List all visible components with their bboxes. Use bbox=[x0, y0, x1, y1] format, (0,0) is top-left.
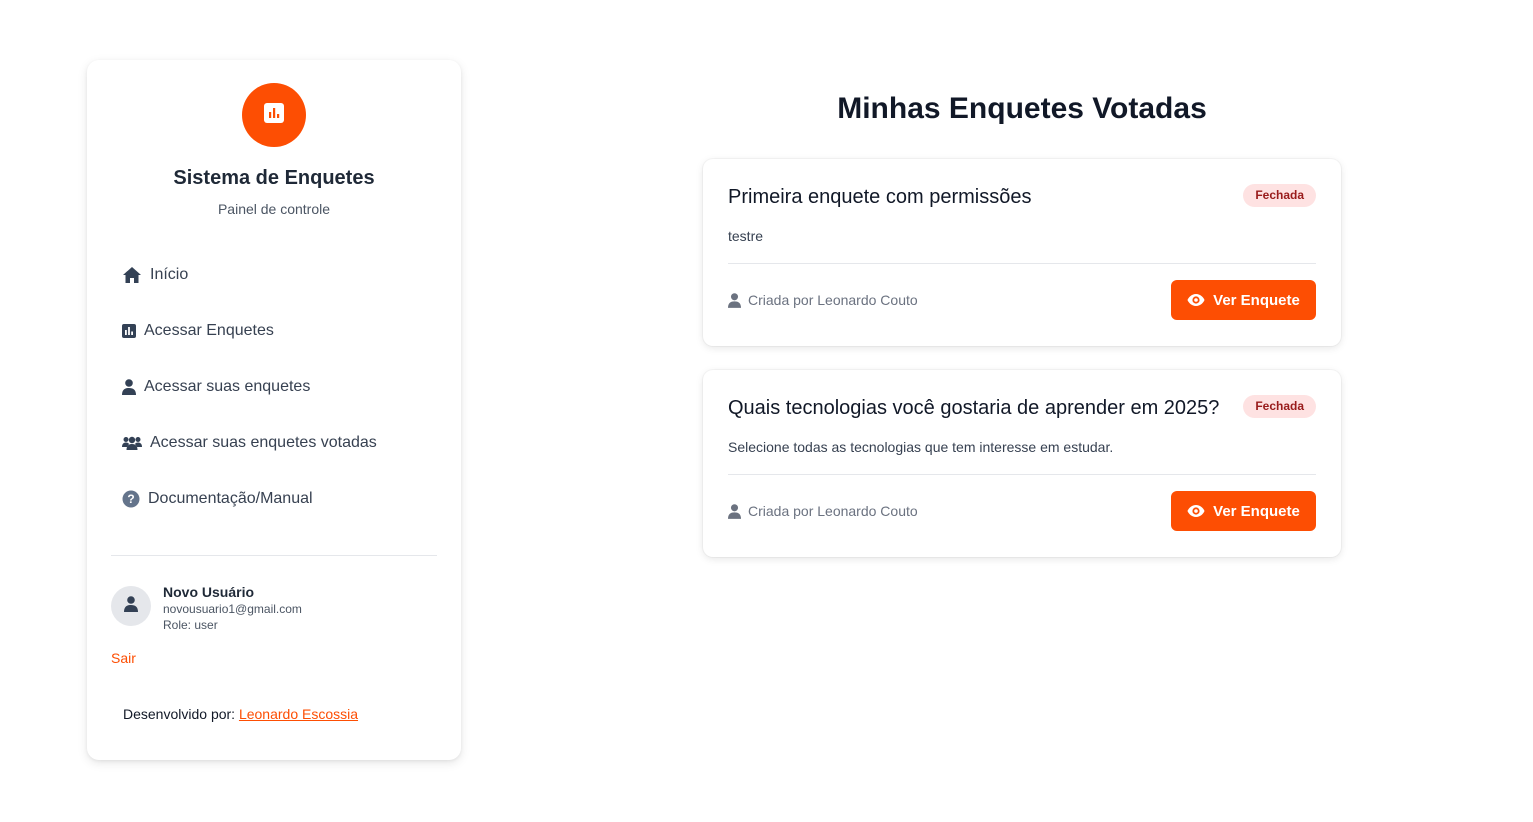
sidebar-divider bbox=[111, 555, 437, 556]
view-poll-button-label: Ver Enquete bbox=[1213, 502, 1300, 520]
app-logo bbox=[242, 83, 306, 147]
poll-creator-text: Criada por Leonardo Couto bbox=[748, 292, 918, 308]
svg-text:?: ? bbox=[127, 492, 134, 506]
poll-creator: Criada por Leonardo Couto bbox=[728, 292, 918, 308]
poll-description: testre bbox=[728, 228, 764, 244]
nav-item-label: Documentação/Manual bbox=[148, 490, 313, 507]
credits-author-link[interactable]: Leonardo Escossia bbox=[239, 706, 358, 722]
user-role: Role: user bbox=[163, 618, 218, 632]
user-icon bbox=[728, 503, 741, 519]
logout-link[interactable]: Sair bbox=[111, 650, 136, 666]
status-badge: Fechada bbox=[1243, 395, 1316, 418]
page-title: Minhas Enquetes Votadas bbox=[837, 92, 1207, 125]
poll-description: Selecione todas as tecnologias que tem i… bbox=[728, 439, 1114, 455]
poll-title: Quais tecnologias você gostaria de apren… bbox=[728, 397, 1220, 419]
poll-card: Quais tecnologias você gostaria de apren… bbox=[703, 370, 1341, 557]
app-subtitle: Painel de controle bbox=[217, 201, 331, 217]
nav-item-documentacao[interactable]: ? Documentação/Manual bbox=[111, 471, 437, 527]
eye-icon bbox=[1187, 293, 1205, 307]
home-icon bbox=[122, 266, 142, 284]
avatar bbox=[111, 586, 151, 626]
sidebar-nav: Início Acessar Enquetes Acessar suas enq… bbox=[111, 247, 437, 527]
nav-item-label: Acessar suas enquetes bbox=[144, 378, 311, 395]
card-divider bbox=[728, 474, 1316, 475]
view-poll-button-label: Ver Enquete bbox=[1213, 291, 1300, 309]
user-icon bbox=[728, 292, 741, 308]
credits-prefix: Desenvolvido por: bbox=[123, 706, 236, 722]
users-icon bbox=[122, 436, 142, 450]
nav-item-enquetes-votadas[interactable]: Acessar suas enquetes votadas bbox=[111, 415, 437, 471]
poll-card: Primeira enquete com permissões Fechada … bbox=[703, 159, 1341, 346]
bar-chart-icon bbox=[122, 324, 136, 338]
nav-item-suas-enquetes[interactable]: Acessar suas enquetes bbox=[111, 359, 437, 415]
sidebar: Sistema de Enquetes Painel de controle I… bbox=[87, 60, 461, 760]
question-circle-icon: ? bbox=[122, 490, 140, 508]
status-badge: Fechada bbox=[1243, 184, 1316, 207]
nav-item-inicio[interactable]: Início bbox=[111, 247, 437, 303]
card-divider bbox=[728, 263, 1316, 264]
user-icon bbox=[124, 595, 138, 617]
user-icon bbox=[122, 379, 136, 395]
nav-item-acessar-enquetes[interactable]: Acessar Enquetes bbox=[111, 303, 437, 359]
credits: Desenvolvido por: Leonardo Escossia bbox=[123, 706, 358, 722]
poll-creator-text: Criada por Leonardo Couto bbox=[748, 503, 918, 519]
user-name: Novo Usuário bbox=[163, 584, 255, 600]
nav-item-label: Acessar Enquetes bbox=[144, 322, 274, 339]
app-title: Sistema de Enquetes bbox=[173, 167, 375, 189]
eye-icon bbox=[1187, 504, 1205, 518]
user-email: novousuario1@gmail.com bbox=[163, 602, 302, 616]
poll-title: Primeira enquete com permissões bbox=[728, 186, 1032, 208]
poll-creator: Criada por Leonardo Couto bbox=[728, 503, 918, 519]
nav-item-label: Acessar suas enquetes votadas bbox=[150, 434, 377, 451]
bar-chart-icon bbox=[264, 102, 284, 128]
nav-item-label: Início bbox=[150, 266, 189, 283]
user-profile: Novo Usuário novousuario1@gmail.com Role… bbox=[111, 584, 431, 632]
view-poll-button[interactable]: Ver Enquete bbox=[1171, 491, 1316, 531]
view-poll-button[interactable]: Ver Enquete bbox=[1171, 280, 1316, 320]
